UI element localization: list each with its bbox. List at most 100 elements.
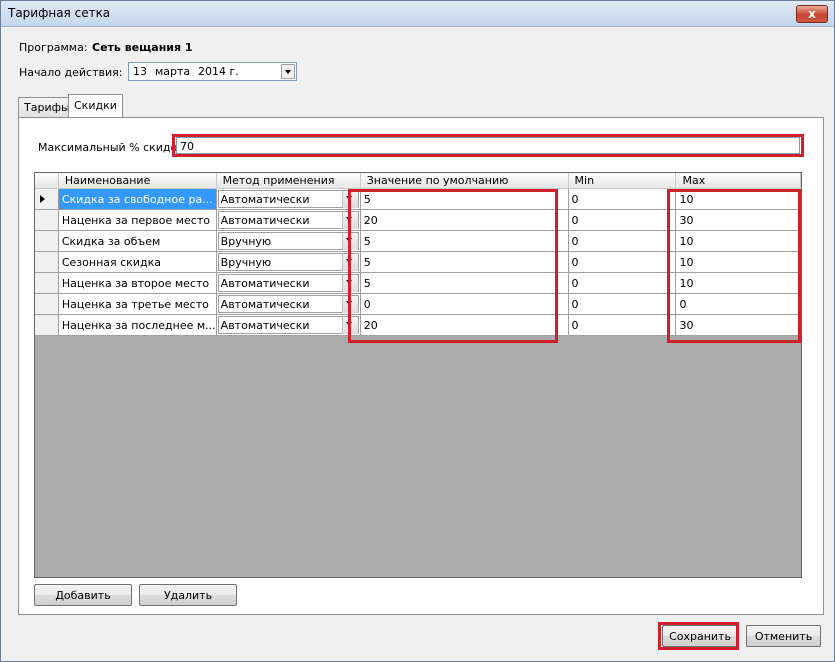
row-header[interactable]	[35, 251, 59, 273]
start-date-label: Начало действия:	[19, 66, 123, 79]
chevron-down-icon[interactable]	[341, 233, 358, 250]
row-header[interactable]	[35, 314, 59, 336]
method-combobox[interactable]: Вручную	[217, 232, 359, 250]
cancel-button[interactable]: Отменить	[746, 625, 821, 647]
table-row[interactable]: Наценка за второе место Автоматически 5 0 10	[35, 272, 801, 294]
chevron-down-icon[interactable]	[341, 212, 358, 229]
grid-header-row: Наименование Метод применения Значение п…	[35, 173, 801, 189]
column-header-max[interactable]: Max	[675, 173, 801, 189]
method-combobox[interactable]: Автоматически	[217, 274, 359, 292]
window-title: Тарифная сетка	[8, 6, 111, 20]
cell-method[interactable]: Вручную	[216, 230, 361, 252]
column-header-name[interactable]: Наименование	[58, 173, 217, 189]
cell-method[interactable]: Автоматически	[216, 272, 361, 294]
cell-name[interactable]: Наценка за первое место	[58, 209, 217, 231]
discounts-grid[interactable]: Наименование Метод применения Значение п…	[34, 172, 802, 578]
cell-name[interactable]: Наценка за второе место	[58, 272, 217, 294]
cell-max[interactable]: 10	[675, 230, 801, 252]
chevron-down-icon[interactable]	[341, 254, 358, 271]
row-header[interactable]	[35, 230, 59, 252]
add-button[interactable]: Добавить	[34, 584, 132, 606]
cell-name[interactable]: Наценка за последнее м...	[58, 314, 217, 336]
cell-method[interactable]: Автоматически	[216, 314, 361, 336]
method-combobox[interactable]: Вручную	[217, 253, 359, 271]
method-combobox[interactable]: Автоматически	[217, 211, 359, 229]
tab-label: Скидки	[74, 99, 117, 112]
max-discount-input[interactable]: 70	[176, 137, 800, 154]
table-row[interactable]: Скидка за объем Вручную 5 0 10	[35, 230, 801, 252]
cell-min[interactable]: 0	[568, 251, 677, 273]
column-header-method[interactable]: Метод применения	[216, 173, 361, 189]
tariff-grid-window: Тарифная сетка x Программа: Сеть вещания…	[0, 0, 835, 662]
method-value: Автоматически	[220, 214, 310, 227]
cell-default[interactable]: 0	[360, 293, 569, 315]
chevron-down-icon[interactable]	[341, 275, 358, 292]
cell-name[interactable]: Наценка за третье место	[58, 293, 217, 315]
method-value: Автоматически	[220, 277, 310, 290]
cell-name[interactable]: Скидка за свободное ра...	[58, 188, 217, 210]
delete-button[interactable]: Удалить	[139, 584, 237, 606]
discounts-table: Наименование Метод применения Значение п…	[35, 173, 801, 336]
cell-method[interactable]: Автоматически	[216, 209, 361, 231]
cell-default[interactable]: 20	[360, 314, 569, 336]
row-header[interactable]	[35, 293, 59, 315]
cell-min[interactable]: 0	[568, 293, 677, 315]
tab-discounts[interactable]: Скидки	[68, 94, 123, 117]
current-row-arrow-icon	[40, 195, 45, 203]
cell-min[interactable]: 0	[568, 188, 677, 210]
start-date-picker[interactable]: 13 марта 2014 г.	[128, 62, 297, 81]
method-value: Автоматически	[220, 298, 310, 311]
cell-name[interactable]: Сезонная скидка	[58, 251, 217, 273]
cell-max[interactable]: 10	[675, 188, 801, 210]
cell-max[interactable]: 0	[675, 293, 801, 315]
max-discount-label: Максимальный % скидок:	[38, 141, 188, 154]
tab-label: Тарифы	[24, 101, 70, 114]
method-combobox[interactable]: Автоматически	[217, 190, 359, 208]
close-button[interactable]: x	[796, 5, 828, 23]
title-bar[interactable]: Тарифная сетка x	[1, 1, 834, 27]
cell-max[interactable]: 30	[675, 314, 801, 336]
cell-name[interactable]: Скидка за объем	[58, 230, 217, 252]
cell-min[interactable]: 0	[568, 230, 677, 252]
table-row[interactable]: Наценка за последнее м... Автоматически 20…	[35, 314, 801, 336]
row-header[interactable]	[35, 272, 59, 294]
row-header[interactable]	[35, 209, 59, 231]
cell-default[interactable]: 20	[360, 209, 569, 231]
chevron-down-icon[interactable]	[341, 191, 358, 208]
cell-min[interactable]: 0	[568, 209, 677, 231]
column-header-min[interactable]: Min	[568, 173, 677, 189]
chevron-down-icon[interactable]	[341, 317, 358, 334]
calendar-dropdown-icon[interactable]	[281, 64, 295, 79]
date-month[interactable]: марта	[155, 65, 190, 78]
save-button[interactable]: Сохранить	[662, 625, 738, 647]
row-header-corner	[35, 173, 59, 189]
cell-max[interactable]: 10	[675, 272, 801, 294]
method-value: Вручную	[220, 235, 272, 248]
date-day[interactable]: 13	[133, 65, 147, 78]
method-value: Автоматически	[220, 193, 310, 206]
chevron-down-icon[interactable]	[341, 296, 358, 313]
cell-default[interactable]: 5	[360, 251, 569, 273]
table-row[interactable]: Сезонная скидка Вручную 5 0 10	[35, 251, 801, 273]
cell-max[interactable]: 10	[675, 251, 801, 273]
cell-method[interactable]: Автоматически	[216, 188, 361, 210]
table-row[interactable]: Наценка за первое место Автоматически 20 0 3…	[35, 209, 801, 231]
cell-min[interactable]: 0	[568, 272, 677, 294]
method-combobox[interactable]: Автоматически	[217, 316, 359, 334]
table-row[interactable]: Скидка за свободное ра... Автоматически 5 0…	[35, 188, 801, 210]
row-header[interactable]	[35, 188, 59, 210]
method-combobox[interactable]: Автоматически	[217, 295, 359, 313]
cell-method[interactable]: Автоматически	[216, 293, 361, 315]
column-header-default[interactable]: Значение по умолчанию	[360, 173, 569, 189]
cell-min[interactable]: 0	[568, 314, 677, 336]
program-label: Программа:	[19, 41, 88, 54]
cell-default[interactable]: 5	[360, 230, 569, 252]
close-icon: x	[808, 7, 816, 21]
cell-default[interactable]: 5	[360, 272, 569, 294]
cell-max[interactable]: 30	[675, 209, 801, 231]
cell-method[interactable]: Вручную	[216, 251, 361, 273]
method-value: Вручную	[220, 256, 272, 269]
table-row[interactable]: Наценка за третье место Автоматически 0 0 0	[35, 293, 801, 315]
cell-default[interactable]: 5	[360, 188, 569, 210]
date-year[interactable]: 2014 г.	[198, 65, 239, 78]
